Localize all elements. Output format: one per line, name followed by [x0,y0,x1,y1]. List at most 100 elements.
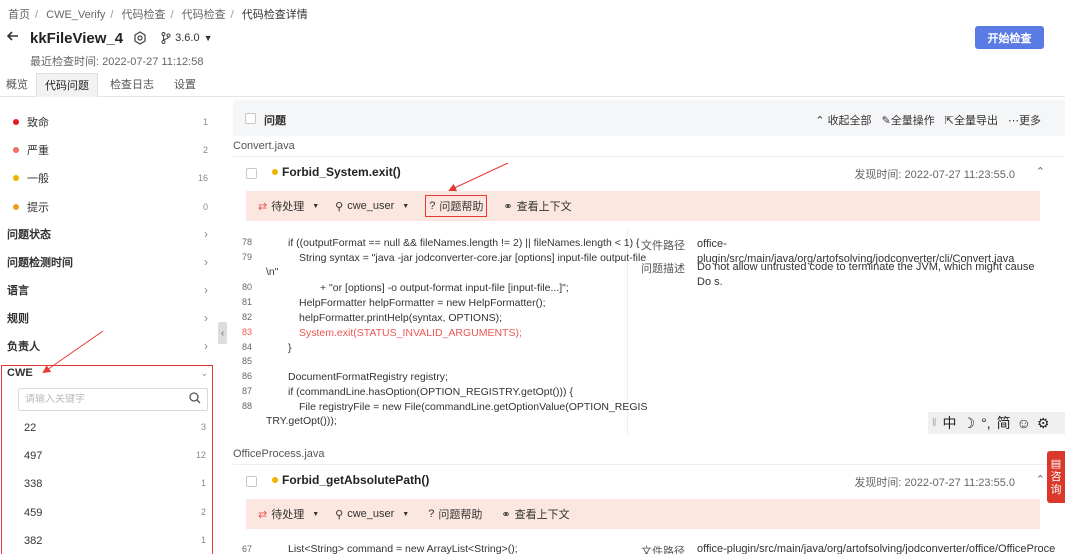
punctuation-icon[interactable]: °, [981,415,991,431]
project-settings-icon[interactable] [133,31,147,45]
owner-dropdown[interactable]: ⚲ cwe_user ▼ [335,508,409,521]
ime-simplified[interactable]: 简 [997,413,1011,433]
severity-normal[interactable]: 一般 16 [13,170,208,186]
severity-hint[interactable]: 提示 0 [13,199,208,215]
issue-help-button[interactable]: ? 问题帮助 [425,504,485,524]
breadcrumb-home[interactable]: 首页 [8,9,30,21]
start-check-button[interactable]: 开始检查 [975,26,1044,49]
severity-count: 16 [197,173,208,183]
issue-list-header: 问题 ⌃ 收起全部 ✎全量操作 ⇱全量导出 ⋯更多 [233,100,1065,136]
filter-language[interactable]: 语言 › [7,282,208,298]
cwe-id: 338 [24,478,43,490]
cwe-search-input[interactable] [25,394,175,405]
status-dropdown[interactable]: ⇄ 待处理 ▼ [258,198,319,214]
severity-label: 致命 [27,117,49,129]
cwe-item[interactable]: 338 1 [24,478,206,490]
cwe-item[interactable]: 497 12 [24,450,206,462]
consult-button[interactable]: ▤ 咨 询 [1047,451,1065,503]
severity-dot [13,119,19,125]
cwe-id: 497 [24,450,43,462]
breadcrumb-project[interactable]: CWE_Verify [46,9,105,21]
link-icon: ⚭ [503,200,513,213]
issue-rule-name[interactable]: Forbid_System.exit() [282,165,401,179]
issue-checkbox[interactable] [246,476,257,487]
filter-label: 负责人 [7,341,40,353]
status-dropdown[interactable]: ⇄ 待处理 ▼ [258,506,319,522]
issue-help-button[interactable]: ? 问题帮助 [425,195,488,217]
line-number: 83 [242,327,253,337]
page-title: kkFileView_4 [30,29,124,47]
breadcrumb-code-check-2[interactable]: 代码检查 [182,9,226,21]
branch-selector[interactable]: 3.6.0 ▼ [161,32,213,44]
tab-check-log[interactable]: 检查日志 [102,73,162,97]
filter-owner[interactable]: 负责人 › [7,338,208,354]
search-icon[interactable] [189,392,201,407]
more-button[interactable]: ⋯更多 [1008,112,1041,128]
filter-cwe[interactable]: CWE ⌄ [7,367,208,379]
breadcrumb-current: 代码检查详情 [241,9,308,21]
export-all-button[interactable]: ⇱全量导出 [945,112,998,128]
moon-icon[interactable]: ☽ [963,415,976,432]
tab-settings[interactable]: 设置 [166,73,204,97]
ime-drag-handle[interactable]: ‖ [932,417,937,429]
filter-label: 问题检测时间 [7,257,73,269]
filter-detect-time[interactable]: 问题检测时间 › [7,254,208,270]
cwe-count: 1 [200,478,206,488]
branch-icon [161,32,171,44]
select-all-checkbox[interactable] [245,113,256,124]
batch-ops-button[interactable]: ✎全量操作 [882,112,935,128]
tab-overview[interactable]: 概览 [0,73,36,97]
back-arrow-icon[interactable] [6,29,26,48]
tab-bar: 概览 代码问题 检查日志 设置 [0,73,1065,97]
code-line: helpFormatter.printHelp(syntax, OPTIONS)… [299,312,503,324]
status-label: 待处理 [271,201,305,213]
line-number: 78 [242,237,253,247]
export-all-label: 全量导出 [954,115,998,127]
view-context-button[interactable]: ⚭ 查看上下文 [501,506,569,522]
breadcrumb-code-check[interactable]: 代码检查 [122,9,166,21]
cwe-item[interactable]: 22 3 [24,422,206,434]
issue-toolbar: ⇄ 待处理 ▼ ⚲ cwe_user ▼ ? 问题帮助 ⚭ 查看上下文 [246,499,1040,529]
issue-checkbox[interactable] [246,168,257,179]
code-line: \n" [266,266,279,278]
cwe-id: 22 [24,422,37,434]
severity-serious[interactable]: 严重 2 [13,142,208,158]
ime-toolbar: ‖ 中 ☽ °, 简 ☺ ⚙ [928,412,1065,434]
severity-fatal[interactable]: 致命 1 [13,114,208,130]
code-line-highlighted: System.exit(STATUS_INVALID_ARGUMENTS); [299,327,522,339]
code-line: + "or [options] -o output-format input-f… [320,282,569,294]
chevron-up-icon[interactable]: ⌃ [1036,165,1045,178]
view-context-button[interactable]: ⚭ 查看上下文 [503,198,571,214]
filter-label: 问题状态 [7,229,51,241]
chevron-up-icon[interactable]: ⌃ [1036,473,1045,486]
pending-icon: ⇄ [258,508,268,521]
filter-issue-status[interactable]: 问题状态 › [7,226,208,242]
ime-chinese-mode[interactable]: 中 [943,413,957,433]
emoji-icon[interactable]: ☺ [1017,415,1031,431]
collapse-all-label: 收起全部 [827,115,872,127]
caret-down-icon: ▼ [312,510,320,518]
filter-label: 语言 [7,285,29,297]
line-number: 82 [242,312,253,322]
collapse-all-button[interactable]: ⌃ 收起全部 [815,112,871,128]
severity-dot [13,204,19,210]
severity-dot [272,477,278,483]
breadcrumb: 首页 / CWE_Verify / 代码检查 / 代码检查 / 代码检查详情 [8,9,308,21]
tab-code-issues[interactable]: 代码问题 [36,73,98,97]
caret-down-icon: ▼ [312,202,320,210]
gear-icon[interactable]: ⚙ [1037,415,1050,432]
last-check-time: 最近检查时间: 2022-07-27 11:12:58 [30,56,204,68]
caret-down-icon: ▼ [402,510,410,518]
consult-label: 询 [1050,483,1062,496]
issue-rule-name[interactable]: Forbid_getAbsolutePath() [282,473,429,487]
filter-rule[interactable]: 规则 › [7,310,208,326]
help-icon: ? [428,508,435,520]
sidebar-collapse-handle[interactable]: ‹ [218,322,227,344]
context-label: 查看上下文 [516,201,572,213]
cwe-count: 2 [200,507,206,517]
owner-dropdown[interactable]: ⚲ cwe_user ▼ [335,200,409,213]
chevron-right-icon: › [204,227,208,241]
line-number: 81 [242,297,253,307]
cwe-item[interactable]: 459 2 [24,507,206,519]
cwe-item[interactable]: 382 1 [24,535,206,547]
